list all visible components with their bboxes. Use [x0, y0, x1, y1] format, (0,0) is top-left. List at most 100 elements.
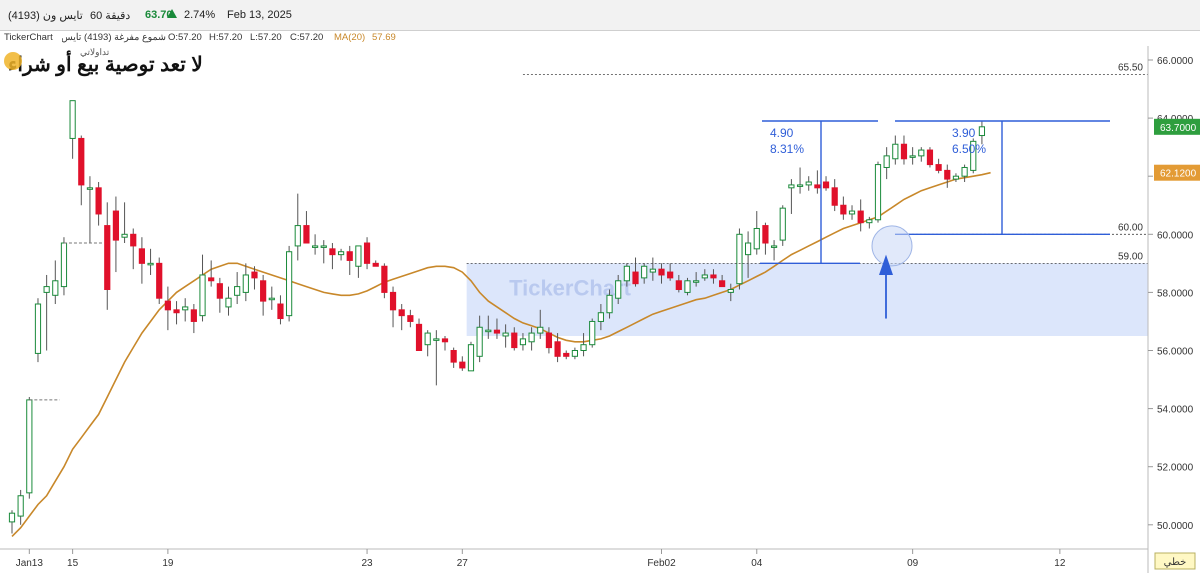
candle-body-up: [234, 286, 241, 296]
candle-body-up: [268, 297, 275, 301]
candle-body-up: [17, 495, 24, 517]
candle-body-up: [225, 297, 232, 308]
candle-body-up: [770, 245, 778, 248]
ohlc-close: C:57.20: [290, 32, 324, 43]
x-tick-label: 23: [361, 558, 373, 569]
candle-body-up: [727, 288, 734, 293]
candle-body-down: [563, 352, 570, 357]
candle: [60, 237, 68, 296]
breakout-highlight: [871, 225, 913, 267]
candle-body-up: [519, 338, 527, 346]
x-tick-label: 12: [1054, 558, 1066, 569]
ohlc-high: H:57.20: [209, 32, 243, 43]
candle-body-down: [95, 187, 102, 215]
ma-price-tag-label: 62.1200: [1160, 169, 1197, 180]
candle-body-up: [147, 262, 154, 266]
candle-body-down: [719, 280, 726, 288]
candle-body-down: [138, 248, 146, 264]
candle-body-up: [121, 233, 128, 238]
candle-body-up: [623, 265, 630, 282]
y-tick-label: 58.0000: [1157, 288, 1194, 299]
level-label-6550: 65.50: [1118, 63, 1143, 74]
candle-body-up: [952, 175, 960, 180]
candle-body-down: [381, 265, 388, 293]
candle-body-down: [216, 283, 223, 299]
candle-body-down: [900, 143, 908, 160]
candle-body-up: [918, 149, 925, 157]
candle-body-down: [658, 268, 665, 276]
y-tick-label: 54.0000: [1157, 405, 1194, 416]
x-tick-label: 15: [67, 558, 79, 569]
candle-body-up: [684, 280, 691, 293]
candle-body-down: [814, 184, 821, 189]
candle-body-down: [329, 248, 336, 256]
ohlc-open: O:57.20: [168, 32, 202, 43]
interval-label[interactable]: 60 دقيقة: [90, 9, 130, 22]
candle-body-up: [693, 280, 700, 283]
candle: [736, 228, 743, 290]
candle-body-up: [337, 251, 345, 256]
candle-body-up: [848, 210, 856, 215]
candle-body-up: [805, 181, 812, 186]
candle-body-down: [632, 271, 639, 285]
candle-body-up: [242, 274, 249, 293]
candle-body-up: [294, 225, 301, 247]
y-tick-label: 52.0000: [1157, 463, 1194, 474]
candle: [779, 205, 786, 246]
candle-body-up: [874, 164, 882, 221]
candle-body-down: [104, 225, 111, 290]
candle-body-down: [545, 332, 553, 349]
candle-body-up: [312, 245, 319, 248]
triangle-up-icon: [166, 8, 178, 23]
candle-body-up: [909, 155, 916, 158]
candle-body-down: [667, 271, 674, 279]
x-tick-label: 09: [907, 558, 919, 569]
ma-label: MA(20): [334, 32, 366, 43]
candle: [926, 147, 934, 168]
candle-body-down: [840, 204, 847, 215]
candle-body-down: [407, 315, 414, 322]
scale-mode-label: خطي: [1164, 557, 1187, 568]
candle-body-up: [86, 187, 94, 190]
candle-body-up: [866, 219, 873, 224]
symbol-name: تايس ون (4193): [8, 10, 83, 22]
candle-body-down: [857, 210, 864, 224]
y-tick-label: 60.0000: [1157, 230, 1194, 241]
x-tick-label: Feb02: [647, 558, 676, 569]
x-tick-label: Jan13: [16, 558, 44, 569]
candle-body-down: [112, 210, 120, 241]
candle-body-up: [424, 332, 431, 346]
level-label-6000: 60.00: [1118, 222, 1143, 233]
candle-body-up: [43, 286, 50, 293]
candle-body-down: [450, 350, 457, 363]
candle-body-up: [589, 320, 596, 346]
candle-body-up: [580, 344, 587, 352]
y-tick-label: 66.0000: [1157, 56, 1194, 67]
candle-body-down: [831, 187, 838, 206]
candle-body-up: [60, 242, 68, 288]
price-chart[interactable]: TickerChart 65.50 60.00 59.00 4.90 8.31% 3.90…: [0, 46, 1200, 573]
candle-body-up: [528, 332, 535, 343]
candle-body-up: [433, 338, 440, 341]
move2-pct: 6.50%: [952, 142, 986, 156]
candle-body-up: [745, 242, 752, 256]
x-tick-label: 19: [162, 558, 174, 569]
candle-body-up: [34, 303, 42, 354]
candle-body-up: [753, 227, 760, 250]
candle: [874, 161, 882, 223]
candle-body-down: [208, 277, 215, 282]
candle: [26, 396, 33, 499]
candle-body-down: [441, 338, 449, 343]
candle-body-up: [615, 280, 622, 299]
candle-body-up: [779, 207, 786, 241]
top-bar: تايس ون (4193) 60 دقيقة 63.70 2.74% Feb …: [0, 0, 1200, 31]
candle-body-up: [69, 100, 76, 139]
candle-body-down: [675, 280, 682, 290]
candle-body-up: [537, 326, 544, 334]
candle-body-down: [459, 361, 466, 369]
chart-description: شموع مفرغة (4193) تايس ون: [62, 32, 166, 43]
candle-body-down: [346, 251, 353, 261]
candle-body-down: [277, 303, 284, 320]
candle-body-down: [944, 169, 951, 180]
candle: [589, 318, 596, 348]
